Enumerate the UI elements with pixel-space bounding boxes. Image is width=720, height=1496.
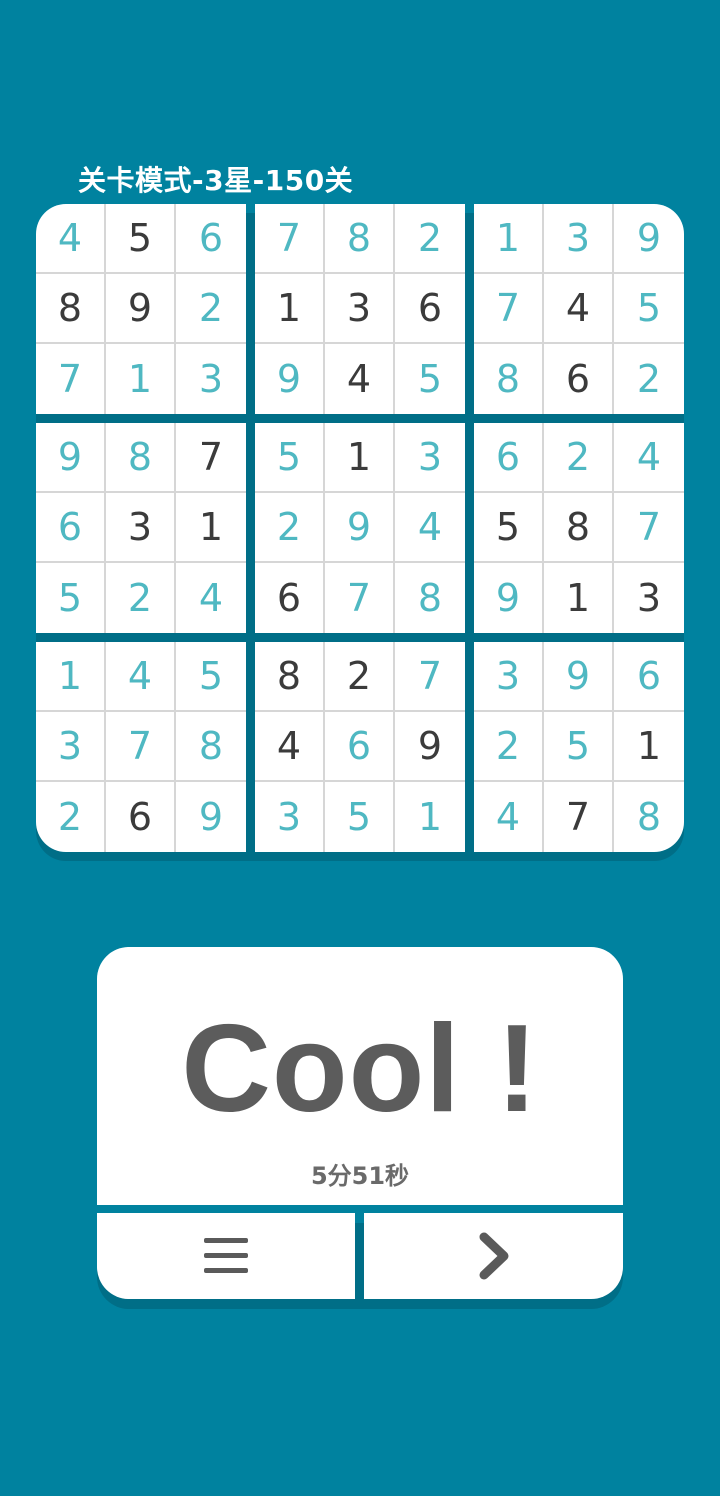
sudoku-cell[interactable]: 8 — [544, 493, 614, 563]
sudoku-cell[interactable]: 2 — [176, 274, 246, 344]
sudoku-cell[interactable]: 6 — [106, 782, 176, 852]
sudoku-cell[interactable]: 7 — [106, 712, 176, 782]
sudoku-cell[interactable]: 1 — [36, 642, 106, 712]
sudoku-cell[interactable]: 5 — [106, 204, 176, 274]
sudoku-cell[interactable]: 5 — [176, 642, 246, 712]
sudoku-cell[interactable]: 2 — [395, 204, 465, 274]
sudoku-cell[interactable]: 2 — [614, 344, 684, 414]
sudoku-cell[interactable]: 1 — [474, 204, 544, 274]
sudoku-cell[interactable]: 8 — [395, 563, 465, 633]
sudoku-cell[interactable]: 5 — [474, 493, 544, 563]
sudoku-cell[interactable]: 6 — [36, 493, 106, 563]
sudoku-cell[interactable]: 4 — [474, 782, 544, 852]
sudoku-cell[interactable]: 1 — [106, 344, 176, 414]
sudoku-cell[interactable]: 6 — [325, 712, 395, 782]
sudoku-cell[interactable]: 8 — [255, 642, 325, 712]
sudoku-cell[interactable]: 9 — [474, 563, 544, 633]
sudoku-cell[interactable]: 7 — [325, 563, 395, 633]
sudoku-cell[interactable]: 2 — [36, 782, 106, 852]
chevron-right-icon — [479, 1232, 508, 1280]
sudoku-cell[interactable]: 8 — [36, 274, 106, 344]
sudoku-cell[interactable]: 4 — [395, 493, 465, 563]
sudoku-cell[interactable]: 5 — [614, 274, 684, 344]
sudoku-cell[interactable]: 4 — [36, 204, 106, 274]
sudoku-cell[interactable]: 2 — [325, 642, 395, 712]
sudoku-cell[interactable]: 1 — [325, 423, 395, 493]
menu-button[interactable] — [97, 1213, 355, 1299]
sudoku-block: 782136945 — [255, 204, 465, 414]
sudoku-cell[interactable]: 9 — [255, 344, 325, 414]
result-message: Cool ! — [181, 1000, 539, 1138]
sudoku-cell[interactable]: 1 — [395, 782, 465, 852]
sudoku-block: 139745862 — [474, 204, 684, 414]
sudoku-cell[interactable]: 6 — [395, 274, 465, 344]
menu-icon — [204, 1238, 248, 1273]
sudoku-cell[interactable]: 5 — [325, 782, 395, 852]
sudoku-cell[interactable]: 2 — [474, 712, 544, 782]
next-level-button[interactable] — [364, 1213, 623, 1299]
sudoku-cell[interactable]: 6 — [255, 563, 325, 633]
sudoku-cell[interactable]: 1 — [255, 274, 325, 344]
sudoku-cell[interactable]: 3 — [614, 563, 684, 633]
sudoku-cell[interactable]: 9 — [544, 642, 614, 712]
sudoku-block: 987631524 — [36, 423, 246, 633]
sudoku-cell[interactable]: 3 — [255, 782, 325, 852]
sudoku-cell[interactable]: 7 — [474, 274, 544, 344]
sudoku-cell[interactable]: 5 — [544, 712, 614, 782]
sudoku-cell[interactable]: 1 — [176, 493, 246, 563]
sudoku-board: 4568927137821369451397458629876315245132… — [36, 204, 684, 852]
sudoku-cell[interactable]: 2 — [544, 423, 614, 493]
sudoku-cell[interactable]: 6 — [176, 204, 246, 274]
sudoku-block: 513294678 — [255, 423, 465, 633]
sudoku-cell[interactable]: 3 — [176, 344, 246, 414]
sudoku-cell[interactable]: 9 — [395, 712, 465, 782]
sudoku-cell[interactable]: 9 — [325, 493, 395, 563]
sudoku-cell[interactable]: 8 — [106, 423, 176, 493]
sudoku-cell[interactable]: 3 — [325, 274, 395, 344]
sudoku-cell[interactable]: 3 — [36, 712, 106, 782]
sudoku-block: 456892713 — [36, 204, 246, 414]
sudoku-cell[interactable]: 5 — [395, 344, 465, 414]
sudoku-block: 624587913 — [474, 423, 684, 633]
sudoku-cell[interactable]: 4 — [544, 274, 614, 344]
sudoku-cell[interactable]: 4 — [255, 712, 325, 782]
sudoku-cell[interactable]: 2 — [106, 563, 176, 633]
sudoku-cell[interactable]: 9 — [176, 782, 246, 852]
sudoku-cell[interactable]: 7 — [395, 642, 465, 712]
sudoku-block: 827469351 — [255, 642, 465, 852]
sudoku-cell[interactable]: 9 — [36, 423, 106, 493]
sudoku-cell[interactable]: 8 — [614, 782, 684, 852]
sudoku-cell[interactable]: 8 — [474, 344, 544, 414]
sudoku-cell[interactable]: 1 — [614, 712, 684, 782]
sudoku-cell[interactable]: 3 — [395, 423, 465, 493]
sudoku-cell[interactable]: 9 — [614, 204, 684, 274]
sudoku-cell[interactable]: 7 — [176, 423, 246, 493]
sudoku-cell[interactable]: 3 — [106, 493, 176, 563]
sudoku-block: 396251478 — [474, 642, 684, 852]
sudoku-cell[interactable]: 7 — [36, 344, 106, 414]
sudoku-cell[interactable]: 4 — [325, 344, 395, 414]
sudoku-cell[interactable]: 4 — [614, 423, 684, 493]
sudoku-cell[interactable]: 3 — [474, 642, 544, 712]
sudoku-block: 145378269 — [36, 642, 246, 852]
sudoku-cell[interactable]: 6 — [614, 642, 684, 712]
sudoku-cell[interactable]: 8 — [176, 712, 246, 782]
sudoku-cell[interactable]: 5 — [255, 423, 325, 493]
result-card: Cool ! 5分51秒 — [97, 947, 623, 1205]
level-title: 关卡模式-3星-150关 — [78, 164, 354, 197]
sudoku-cell[interactable]: 1 — [544, 563, 614, 633]
sudoku-cell[interactable]: 6 — [474, 423, 544, 493]
elapsed-time: 5分51秒 — [310, 1162, 410, 1190]
sudoku-cell[interactable]: 7 — [614, 493, 684, 563]
sudoku-cell[interactable]: 2 — [255, 493, 325, 563]
sudoku-cell[interactable]: 4 — [106, 642, 176, 712]
sudoku-cell[interactable]: 7 — [544, 782, 614, 852]
sudoku-cell[interactable]: 8 — [325, 204, 395, 274]
sudoku-cell[interactable]: 7 — [255, 204, 325, 274]
sudoku-cell[interactable]: 3 — [544, 204, 614, 274]
sudoku-cell[interactable]: 6 — [544, 344, 614, 414]
sudoku-cell[interactable]: 5 — [36, 563, 106, 633]
sudoku-cell[interactable]: 4 — [176, 563, 246, 633]
sudoku-cell[interactable]: 9 — [106, 274, 176, 344]
